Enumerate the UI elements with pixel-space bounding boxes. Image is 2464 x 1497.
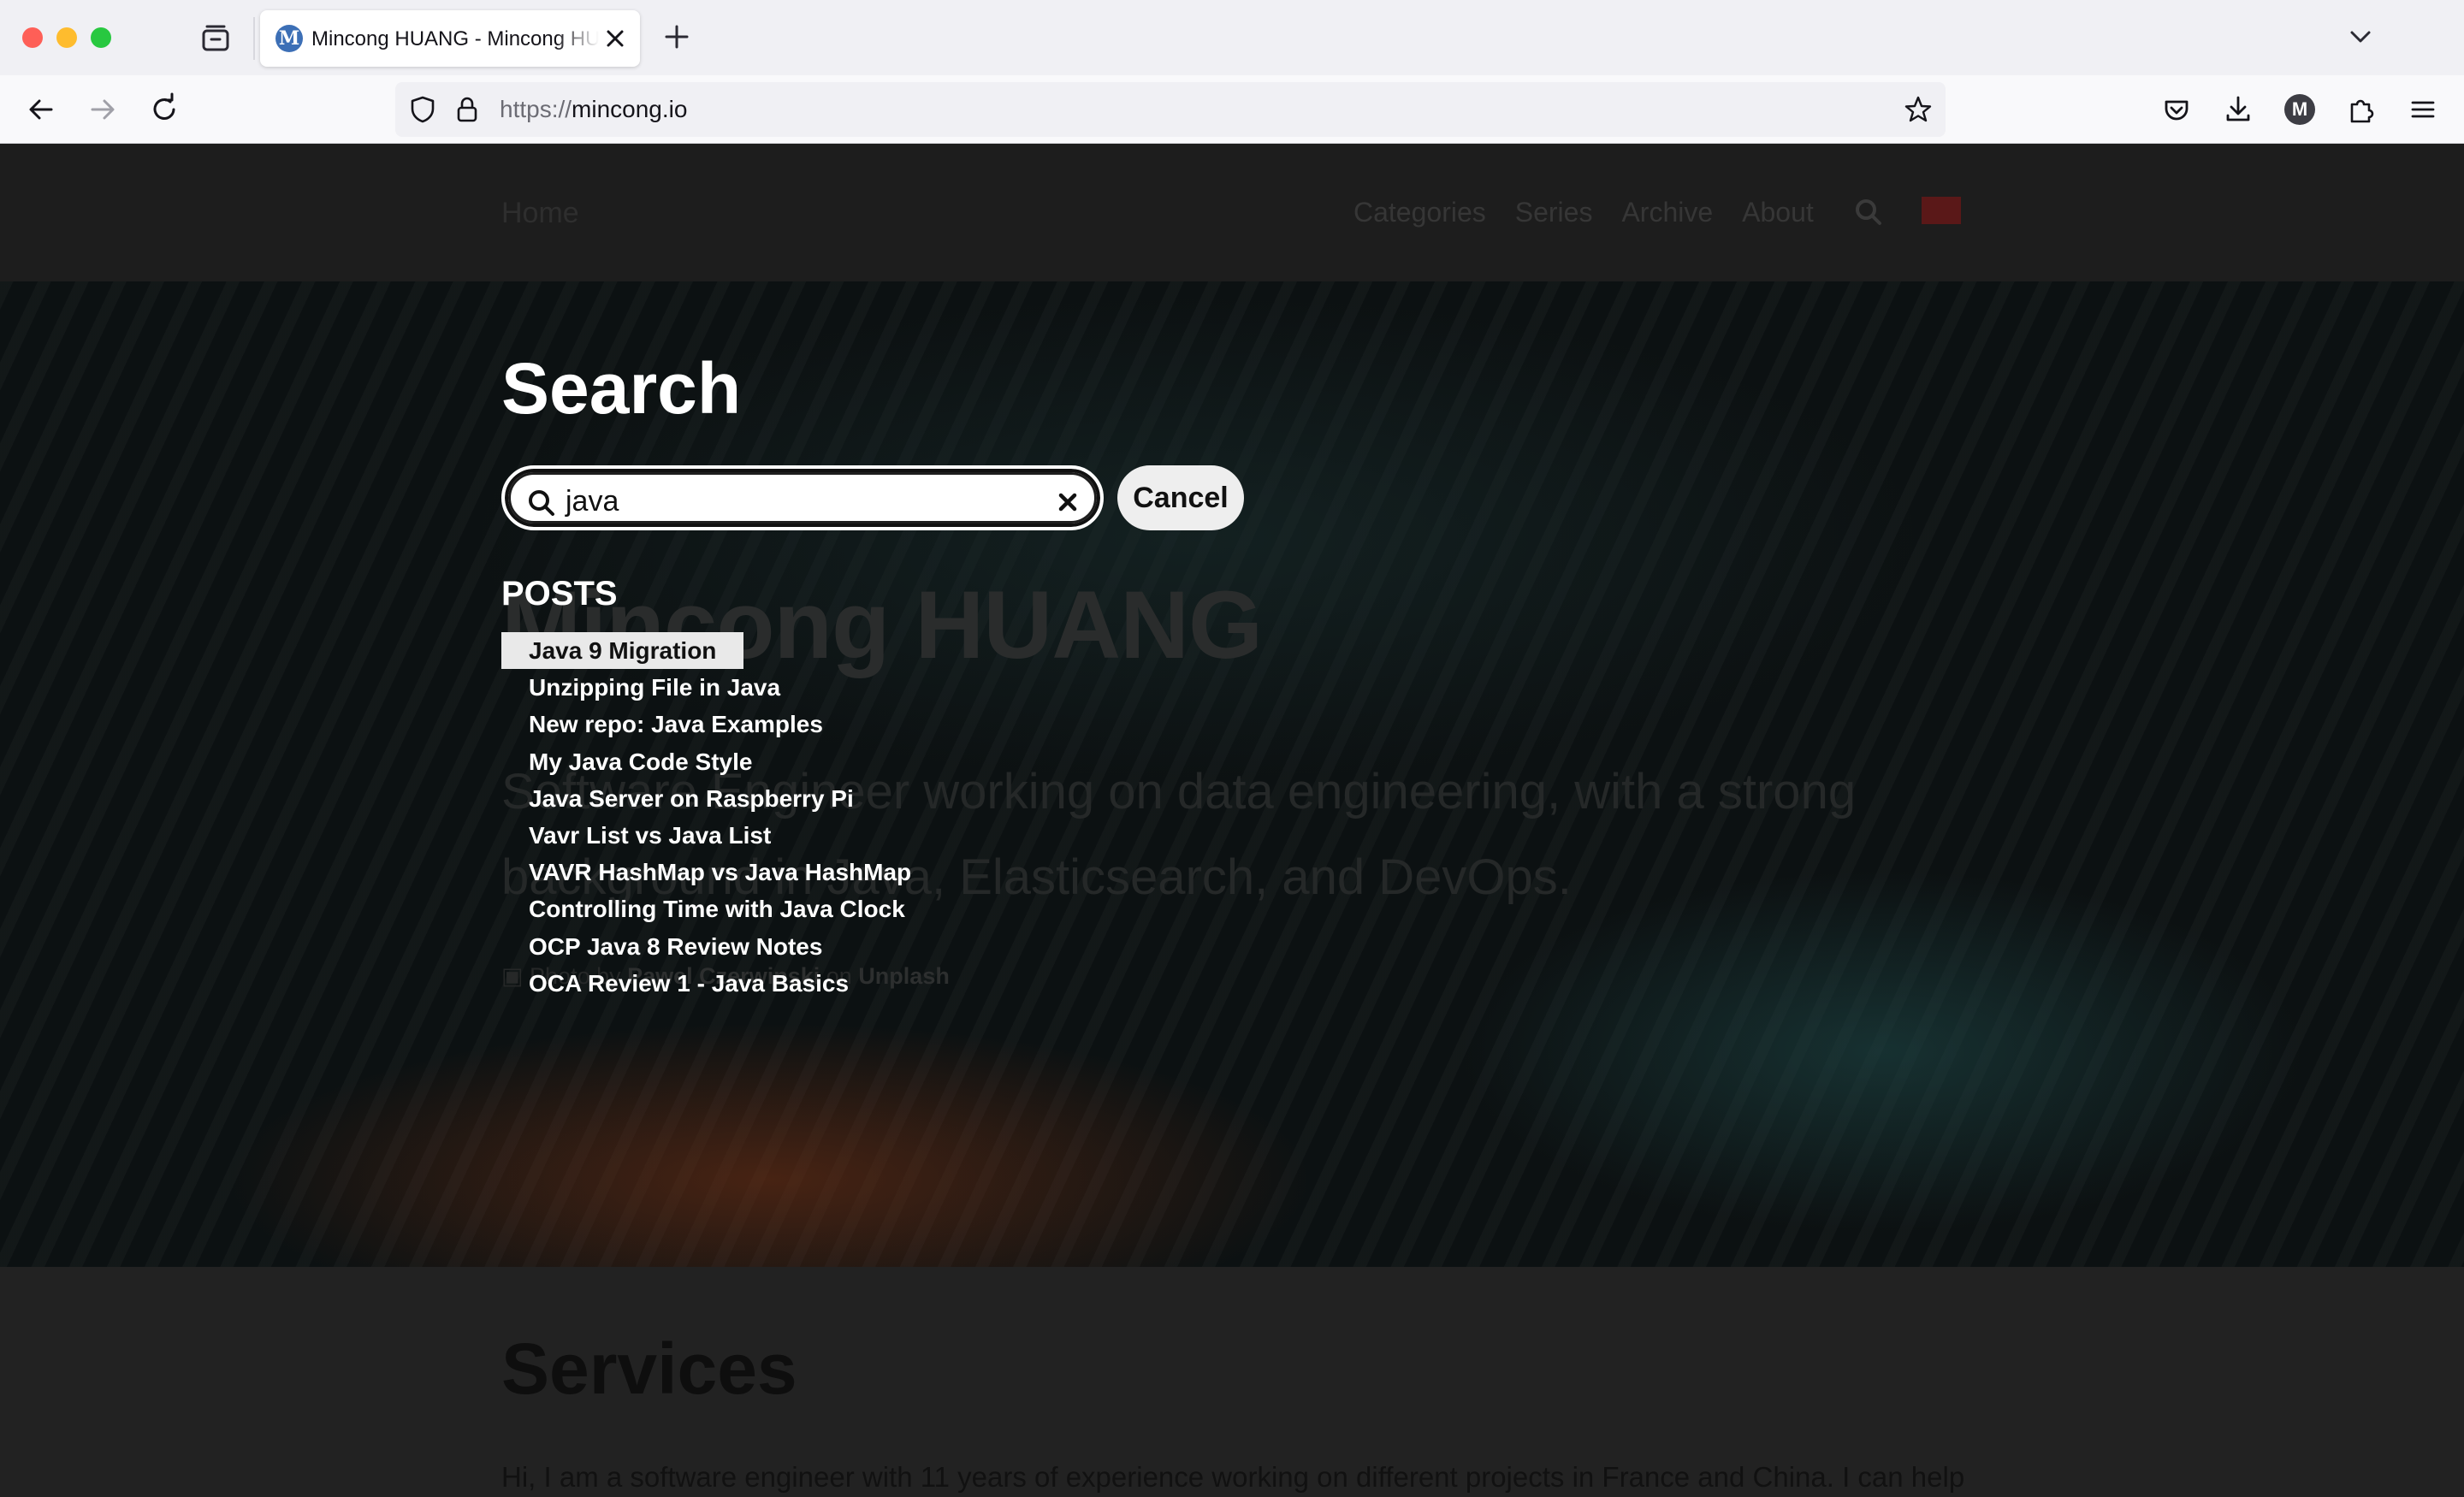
search-result-item[interactable]: Controlling Time with Java Clock <box>501 891 933 927</box>
url-protocol: https:// <box>500 96 572 122</box>
new-tab-icon[interactable] <box>662 22 691 51</box>
pocket-icon[interactable] <box>2159 92 2194 127</box>
lock-icon[interactable] <box>452 94 483 125</box>
downloads-icon[interactable] <box>2221 92 2255 127</box>
search-query[interactable]: java <box>566 475 619 528</box>
tab-separator <box>253 17 255 60</box>
search-title: Search <box>501 348 742 429</box>
nav-categories[interactable]: Categories <box>1353 197 1486 228</box>
search-result-item[interactable]: New repo: Java Examples <box>501 706 850 743</box>
search-results-list: Java 9 Migration Unzipping File in Java Ne… <box>501 632 939 1002</box>
cancel-search-button[interactable]: Cancel <box>1117 465 1244 530</box>
search-result-item[interactable]: OCP Java 8 Review Notes <box>501 928 850 965</box>
site-search-icon[interactable] <box>1853 197 1884 228</box>
search-result-item[interactable]: VAVR HashMap vs Java HashMap <box>501 854 939 891</box>
close-window-button[interactable] <box>22 27 43 48</box>
site-header: Home Categories Series Archive About <box>0 144 2464 281</box>
browser-tab-bar: M Mincong HUANG - Mincong HUANG <box>0 0 2464 75</box>
search-result-item[interactable]: Unzipping File in Java <box>501 669 808 706</box>
close-tab-icon[interactable] <box>601 24 630 53</box>
services-title: Services <box>501 1328 797 1409</box>
nav-series[interactable]: Series <box>1515 197 1593 228</box>
minimize-window-button[interactable] <box>56 27 77 48</box>
extensions-puzzle-icon[interactable] <box>2344 92 2378 127</box>
search-icon <box>529 490 554 516</box>
language-flag-icon[interactable] <box>1922 197 1961 224</box>
back-icon[interactable] <box>24 92 58 127</box>
site-nav: Categories Series Archive About <box>1353 197 1814 228</box>
posts-heading: POSTS <box>501 575 618 612</box>
address-bar[interactable]: https://mincong.io <box>395 82 1946 137</box>
site-favicon-icon: M <box>275 25 303 52</box>
list-all-tabs-icon[interactable] <box>2346 22 2375 51</box>
tab-overview-icon[interactable] <box>200 22 231 53</box>
url-text[interactable]: https://mincong.io <box>500 82 687 137</box>
zoom-window-button[interactable] <box>91 27 111 48</box>
reload-icon[interactable] <box>147 92 181 127</box>
account-avatar[interactable]: M <box>2284 94 2315 125</box>
search-result-item[interactable]: OCA Review 1 - Java Basics <box>501 965 876 1002</box>
search-result-item[interactable]: Vavr List vs Java List <box>501 817 798 854</box>
search-result-item[interactable]: Java 9 Migration <box>501 632 744 670</box>
menu-hamburger-icon[interactable] <box>2406 92 2440 127</box>
active-tab[interactable]: M Mincong HUANG - Mincong HUANG <box>260 10 640 67</box>
browser-navigation-bar: https://mincong.io M <box>0 75 2464 144</box>
search-result-item[interactable]: Java Server on Raspberry Pi <box>501 780 881 817</box>
bookmark-star-icon[interactable] <box>1903 94 1934 125</box>
url-host: mincong.io <box>572 96 688 122</box>
nav-archive[interactable]: Archive <box>1621 197 1713 228</box>
home-link[interactable]: Home <box>501 197 579 230</box>
clear-search-icon[interactable] <box>1053 488 1082 517</box>
search-result-item[interactable]: My Java Code Style <box>501 743 779 780</box>
tab-title: Mincong HUANG - Mincong HUANG <box>311 27 599 50</box>
tracking-protection-shield-icon[interactable] <box>407 94 438 125</box>
web-page: Home Categories Series Archive About Min… <box>0 144 2464 1497</box>
services-text: Hi, I am a software engineer with 11 yea… <box>501 1461 1965 1493</box>
search-input-field[interactable]: java <box>508 472 1097 524</box>
forward-icon[interactable] <box>86 92 120 127</box>
nav-about[interactable]: About <box>1742 197 1814 228</box>
search-input[interactable]: java <box>501 465 1104 530</box>
